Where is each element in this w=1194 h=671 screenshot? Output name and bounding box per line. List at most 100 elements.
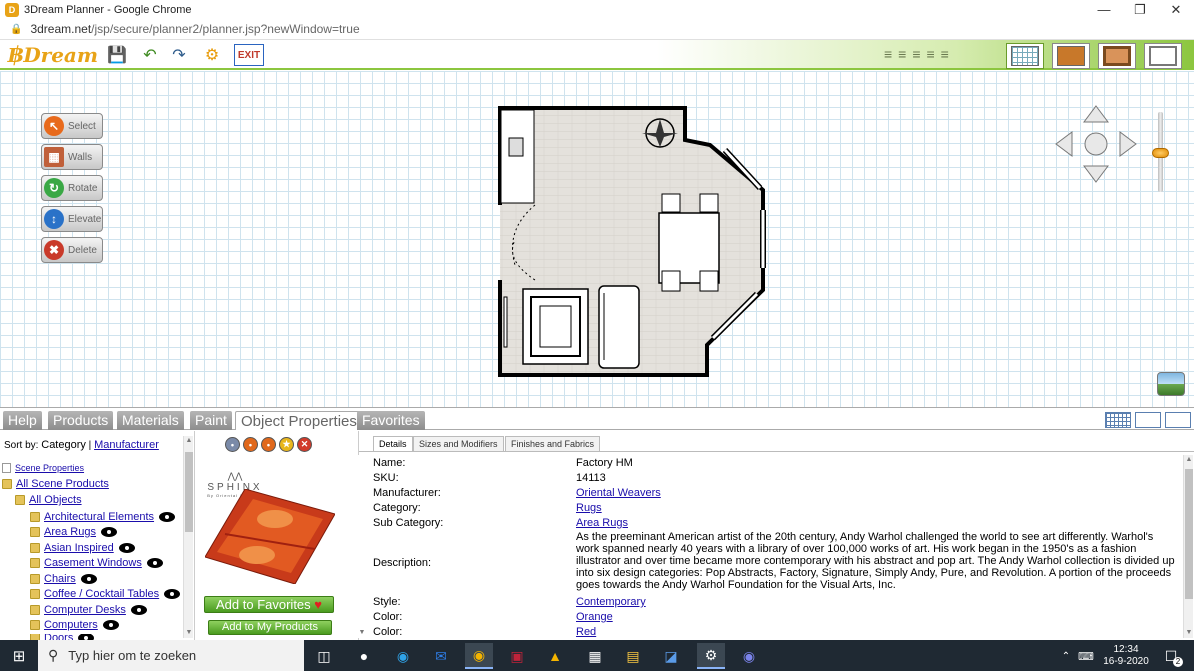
layout-door-icon[interactable] <box>1165 412 1191 428</box>
view-floor-button[interactable] <box>1052 43 1090 69</box>
tab-details[interactable]: Details <box>373 436 413 452</box>
sofa[interactable] <box>598 285 640 369</box>
scroll-down-arrow-icon[interactable]: ▼ <box>1184 628 1194 638</box>
select-tool-button[interactable]: ↖ Select <box>41 113 103 139</box>
detail-left-scrollbar[interactable]: ▼ <box>357 455 366 638</box>
tree-item[interactable]: Chairs <box>30 573 97 585</box>
eye-icon[interactable] <box>164 589 181 599</box>
redo-icon[interactable]: ↷ <box>168 44 190 66</box>
undo-icon[interactable]: ↶ <box>139 44 161 66</box>
dining-chair[interactable] <box>661 193 681 213</box>
file-explorer-icon[interactable]: ▤ <box>619 643 647 669</box>
maximize-button[interactable]: ❐ <box>1122 0 1158 19</box>
walls-tool-button[interactable]: ▦ Walls <box>41 144 103 170</box>
tree-item[interactable]: Architectural Elements <box>30 511 176 523</box>
layout-split-icon[interactable] <box>1135 412 1161 428</box>
tree-label[interactable]: Coffee / Cocktail Tables <box>44 588 159 600</box>
app-icon-yellow[interactable]: ▲ <box>541 643 569 669</box>
tree-scrollbar[interactable]: ▲ ▼ <box>183 436 193 638</box>
tree-label[interactable]: All Scene Products <box>16 478 109 490</box>
dining-chair[interactable] <box>699 193 719 213</box>
tree-label[interactable]: Chairs <box>44 573 76 585</box>
category-link[interactable]: Rugs <box>576 502 602 514</box>
floor-plan[interactable] <box>495 100 775 385</box>
teams-icon[interactable]: ◉ <box>735 643 763 669</box>
eye-icon[interactable] <box>102 620 119 630</box>
tree-label[interactable]: Architectural Elements <box>44 511 154 523</box>
notifications-icon[interactable]: ☐ 2 <box>1157 643 1185 669</box>
tree-label[interactable]: Computers <box>44 619 98 631</box>
minimize-button[interactable]: — <box>1086 0 1122 19</box>
exit-button[interactable]: EXIT <box>234 44 264 66</box>
scroll-down-arrow-icon[interactable]: ▼ <box>357 628 367 638</box>
scroll-up-arrow-icon[interactable]: ▲ <box>184 436 194 446</box>
tree-label[interactable]: Casement Windows <box>44 557 142 569</box>
tree-item[interactable]: Coffee / Cocktail Tables <box>30 588 181 600</box>
tree-label[interactable]: Asian Inspired <box>44 542 114 554</box>
eye-icon[interactable] <box>100 527 117 537</box>
tree-all-objects[interactable]: All Objects <box>15 494 82 506</box>
tree-label[interactable]: Scene Properties <box>15 463 84 473</box>
tree-item[interactable]: Casement Windows <box>30 557 163 569</box>
tab-finishes-and-fabrics[interactable]: Finishes and Fabrics <box>505 436 601 452</box>
eye-icon[interactable] <box>159 512 176 522</box>
view-3d-button[interactable] <box>1144 43 1182 69</box>
scroll-thumb[interactable] <box>185 452 193 532</box>
tree-label[interactable]: Computer Desks <box>44 604 126 616</box>
eye-icon[interactable] <box>118 543 135 553</box>
taskbar-clock[interactable]: 12:34 16-9-2020 <box>1101 644 1151 668</box>
save-icon[interactable]: 💾 <box>106 44 128 66</box>
eye-icon[interactable] <box>146 558 163 568</box>
scroll-up-arrow-icon[interactable]: ▲ <box>1184 455 1194 465</box>
rotate-tool-button[interactable]: ↻ Rotate <box>41 175 103 201</box>
zoom-slider-knob[interactable] <box>1152 148 1169 158</box>
area-rug[interactable] <box>522 288 589 365</box>
app-icon-red[interactable]: ▣ <box>503 643 531 669</box>
start-windows-icon[interactable]: ⊞ <box>5 643 33 669</box>
tree-item[interactable]: Computers <box>30 619 119 631</box>
dining-chair[interactable] <box>699 270 719 292</box>
tab-materials[interactable]: Materials <box>117 411 184 430</box>
color-link[interactable]: Orange <box>576 611 613 623</box>
color-link[interactable]: Red <box>576 626 596 638</box>
tab-object-properties[interactable]: Object Properties <box>235 411 363 430</box>
favorite-star-icon[interactable]: ★ <box>279 437 294 452</box>
dining-chair[interactable] <box>661 270 681 292</box>
close-window-button[interactable]: ✕ <box>1158 0 1194 19</box>
subcategory-link[interactable]: Area Rugs <box>576 517 628 529</box>
background-image-icon[interactable] <box>1157 372 1185 396</box>
chrome-icon[interactable]: ◉ <box>465 643 493 669</box>
pan-up-arrow-icon[interactable] <box>1083 105 1109 123</box>
wrench-icon[interactable]: • <box>261 437 276 452</box>
store-icon[interactable]: ▦ <box>581 643 609 669</box>
tree-item[interactable]: Asian Inspired <box>30 542 135 554</box>
pan-right-arrow-icon[interactable] <box>1119 131 1137 157</box>
paint-icon[interactable]: • <box>243 437 258 452</box>
eye-icon[interactable] <box>130 605 147 615</box>
tree-scene-properties[interactable]: Scene Properties <box>2 463 84 473</box>
view-room-button[interactable] <box>1098 43 1136 69</box>
keyboard-icon[interactable]: ⌨ <box>1072 643 1100 669</box>
remove-object-icon[interactable]: ✕ <box>297 437 312 452</box>
delete-tool-button[interactable]: ✖ Delete <box>41 237 103 263</box>
url-text[interactable]: 3dream.net/jsp/secure/planner2/planner.j… <box>30 22 359 36</box>
desk-chair[interactable] <box>508 137 524 157</box>
edge-browser-icon[interactable]: ◉ <box>389 643 417 669</box>
planner-canvas[interactable]: ↖ Select ▦ Walls ↻ Rotate ↕ Elevate ✖ Delete <box>0 71 1194 407</box>
pan-center-icon[interactable] <box>1084 132 1108 156</box>
detail-scrollbar[interactable]: ▲ ▼ <box>1183 455 1193 638</box>
app-icon-black[interactable]: ● <box>350 643 378 669</box>
pan-left-arrow-icon[interactable] <box>1055 131 1073 157</box>
scroll-thumb[interactable] <box>1185 469 1193 599</box>
photos-icon[interactable]: ◪ <box>657 643 685 669</box>
tab-help[interactable]: Help <box>3 411 42 430</box>
tree-item[interactable]: Computer Desks <box>30 604 147 616</box>
eye-icon[interactable] <box>80 574 97 584</box>
view-2d-grid-button[interactable] <box>1006 43 1044 69</box>
tree-all-scene-products[interactable]: All Scene Products <box>2 478 109 490</box>
lock-object-icon[interactable]: • <box>225 437 240 452</box>
taskbar-search[interactable]: ⚲ Typ hier om te zoeken <box>38 640 304 671</box>
task-view-icon[interactable]: ◫ <box>310 643 338 669</box>
layout-grid-icon[interactable] <box>1105 412 1131 428</box>
manufacturer-link[interactable]: Oriental Weavers <box>576 487 661 499</box>
